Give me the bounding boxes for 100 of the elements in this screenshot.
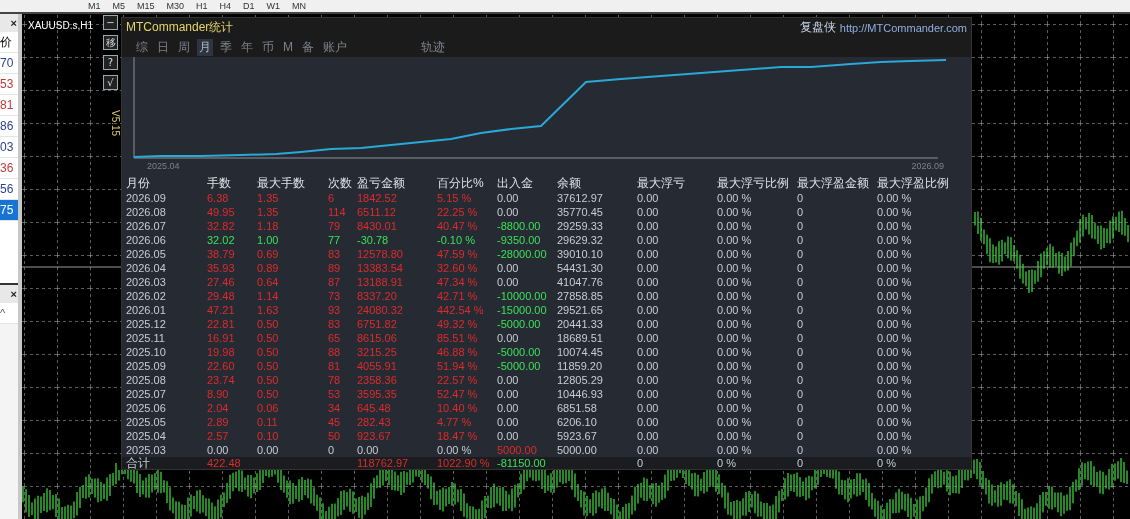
- period-tab[interactable]: 周: [176, 38, 192, 56]
- table-cell-text: 40.47 %: [437, 219, 479, 233]
- table-cell-text: 1022.90 %: [437, 457, 491, 469]
- table-cell-text: 0.00: [497, 373, 520, 387]
- column-header: 最大浮亏比例: [717, 176, 790, 191]
- table-cell-text: 2026.08: [126, 205, 167, 219]
- timeframe-button[interactable]: D1: [243, 0, 255, 12]
- table-cell-text: 0: [328, 443, 336, 457]
- table-cell-text: 47.21: [207, 303, 236, 317]
- table-cell-text: 27.46: [207, 275, 236, 289]
- table-cell-text: 83: [328, 247, 342, 261]
- panel-button[interactable]: ?: [103, 55, 118, 70]
- timeframe-button[interactable]: MN: [292, 0, 307, 12]
- table-cell-text: 0: [797, 303, 805, 317]
- period-tab[interactable]: 年: [239, 38, 255, 56]
- table-cell-text: 1.14: [257, 289, 280, 303]
- table-cell-text: 8337.20: [357, 289, 398, 303]
- table-cell-text: 0.00: [497, 331, 520, 345]
- timeframe-button[interactable]: M15: [137, 0, 155, 12]
- collapse-button[interactable]: ^: [0, 307, 6, 319]
- timeframe-button[interactable]: M5: [112, 0, 126, 12]
- table-cell-text: 88: [328, 345, 342, 359]
- period-tab[interactable]: 综: [134, 38, 150, 56]
- table-cell-text: -28000.00: [497, 247, 548, 261]
- table-cell-text: 4.77 %: [437, 415, 473, 429]
- table-cell-text: 8615.06: [357, 331, 398, 345]
- timeframe-button[interactable]: M30: [166, 0, 185, 12]
- table-cell-text: 0.89: [257, 261, 280, 275]
- period-tab[interactable]: M: [281, 38, 295, 56]
- table-cell-text: 2025.06: [126, 401, 167, 415]
- table-cell-text: 0: [797, 317, 805, 331]
- period-tab[interactable]: 币: [260, 38, 276, 56]
- table-cell-text: 16.91: [207, 331, 236, 345]
- table-cell-text: 2358.36: [357, 373, 398, 387]
- table-cell-text: 0.00: [637, 443, 660, 457]
- table-cell-text: 0.00: [257, 443, 280, 457]
- table-cell-text: 118762.97: [357, 457, 410, 469]
- trajectory-tab[interactable]: 轨迹: [419, 38, 447, 56]
- table-cell-text: 65: [328, 331, 342, 345]
- table-cell-text: 35770.45: [557, 205, 604, 219]
- period-tab[interactable]: 备: [300, 38, 316, 56]
- table-cell-text: 0: [797, 429, 805, 443]
- table-cell-text: 0: [637, 457, 645, 469]
- brand-label: 复盘侠: [799, 19, 836, 36]
- website-link[interactable]: http://MTCommander.com: [839, 21, 967, 34]
- table-cell-text: 2026.04: [126, 261, 167, 275]
- table-cell-text: 0.00: [637, 289, 660, 303]
- table-cell-text: 0: [797, 387, 805, 401]
- table-cell-text: 0: [797, 443, 805, 457]
- table-cell-text: 0.00 %: [877, 247, 913, 261]
- table-cell-text: 0.00 %: [717, 233, 753, 247]
- table-cell-text: 0.00: [497, 261, 520, 275]
- table-cell-text: 0.00: [637, 275, 660, 289]
- table-cell-text: 29.48: [207, 289, 236, 303]
- table-cell-text: -5000.00: [497, 317, 542, 331]
- table-cell-text: 0.00 %: [877, 317, 913, 331]
- table-cell-text: 2026.02: [126, 289, 167, 303]
- table-cell-text: 1.35: [257, 205, 280, 219]
- table-cell-text: 0.00 %: [717, 205, 753, 219]
- table-cell-text: 0.00: [637, 219, 660, 233]
- panel-button[interactable]: √: [103, 75, 118, 90]
- table-cell-text: 35.93: [207, 261, 236, 275]
- panel-button[interactable]: −: [103, 15, 118, 30]
- table-cell-text: 2025.12: [126, 317, 167, 331]
- table-cell-text: 0.00 %: [877, 219, 913, 233]
- table-cell-text: 41047.76: [557, 275, 604, 289]
- table-cell-text: 0.00 %: [877, 205, 913, 219]
- table-cell-text: 45: [328, 415, 342, 429]
- column-header: 最大手数: [257, 176, 306, 191]
- period-tab[interactable]: 账户: [321, 38, 349, 56]
- table-cell-text: 32.02: [207, 233, 236, 247]
- period-tab[interactable]: 月: [197, 38, 213, 56]
- table-cell-text: 2025.07: [126, 387, 167, 401]
- table-cell-text: 49.95: [207, 205, 236, 219]
- table-cell-text: 0: [797, 233, 805, 247]
- table-cell-text: 18689.51: [557, 331, 604, 345]
- table-cell-text: 0.00 %: [717, 429, 753, 443]
- table-cell-text: 0.50: [257, 345, 280, 359]
- period-tab[interactable]: 日: [155, 38, 171, 56]
- table-cell-text: 0.00: [637, 387, 660, 401]
- table-cell-text: 645.48: [357, 401, 392, 415]
- table-cell-text: 53: [328, 387, 342, 401]
- table-cell-text: 0.00 %: [717, 345, 753, 359]
- table-cell-text: 0: [797, 261, 805, 275]
- panel-button[interactable]: 移: [103, 35, 118, 50]
- timeframe-button[interactable]: M1: [88, 0, 101, 12]
- table-cell-text: 5000.00: [497, 443, 538, 457]
- table-cell-text: 32.60 %: [437, 261, 479, 275]
- table-cell-text: 0.69: [257, 247, 280, 261]
- column-header: 盈亏金额: [357, 176, 406, 191]
- table-cell-text: 0.00 %: [437, 443, 473, 457]
- table-cell-text: 0.00: [497, 429, 520, 443]
- table-cell-text: 0.00 %: [877, 191, 913, 205]
- table-cell-text: 2026.01: [126, 303, 167, 317]
- period-tab[interactable]: 季: [218, 38, 234, 56]
- table-cell-text: 0.00 %: [877, 373, 913, 387]
- timeframe-button[interactable]: H4: [219, 0, 232, 12]
- quote-row[interactable]: 75: [0, 200, 18, 221]
- timeframe-button[interactable]: W1: [266, 0, 281, 12]
- timeframe-button[interactable]: H1: [196, 0, 208, 12]
